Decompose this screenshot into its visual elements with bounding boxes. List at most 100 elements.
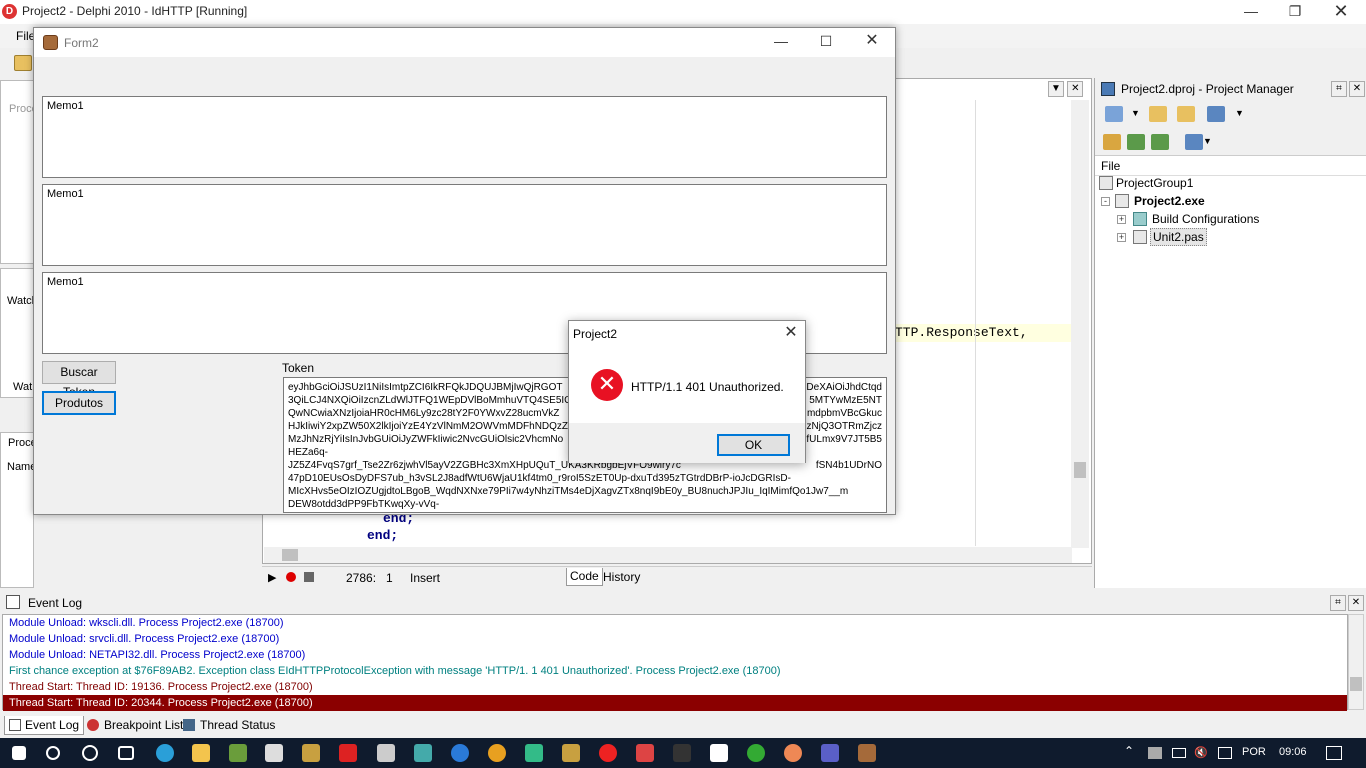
- edge-icon[interactable]: [156, 744, 174, 762]
- windows-start-icon[interactable]: [12, 746, 26, 760]
- play-icon[interactable]: ▶: [268, 571, 276, 584]
- close-log-icon[interactable]: ✕: [1348, 595, 1364, 611]
- add-folder-icon[interactable]: [1149, 106, 1167, 122]
- collapse-toggle-icon[interactable]: -: [1101, 197, 1110, 206]
- file-explorer-icon[interactable]: [192, 744, 210, 762]
- task-view-icon[interactable]: [118, 746, 134, 760]
- network-icon[interactable]: [1218, 747, 1232, 759]
- list-icon[interactable]: [1185, 134, 1203, 150]
- app-icon-10[interactable]: [710, 744, 728, 762]
- app-icon-5[interactable]: [414, 744, 432, 762]
- editor-vertical-scrollbar[interactable]: [1071, 100, 1089, 548]
- ok-button[interactable]: OK: [717, 434, 790, 456]
- chevron-down-icon[interactable]: ▼: [1131, 108, 1141, 124]
- battery-icon[interactable]: [1172, 748, 1186, 758]
- pin-icon[interactable]: ⌗: [1330, 595, 1346, 611]
- chrome-icon[interactable]: [488, 744, 506, 762]
- expand-toggle-icon[interactable]: +: [1117, 215, 1126, 224]
- tree-item-build-configurations[interactable]: Build Configurations: [1152, 212, 1259, 226]
- expand-icon[interactable]: [1127, 134, 1145, 150]
- app-icon-4[interactable]: [377, 744, 395, 762]
- memo-1[interactable]: Memo1: [42, 96, 887, 178]
- editor-hscroll-thumb[interactable]: [282, 549, 298, 561]
- app-icon-8[interactable]: [562, 744, 580, 762]
- clock[interactable]: 09:06: [1279, 746, 1307, 758]
- tab-thread-status[interactable]: Thread Status: [180, 716, 279, 735]
- expand-toggle-icon[interactable]: +: [1117, 233, 1126, 242]
- close-icon[interactable]: ✕: [849, 30, 895, 54]
- cortana-icon[interactable]: [82, 745, 98, 761]
- tray-chevron-up-icon[interactable]: ⌃: [1124, 744, 1134, 758]
- token-line-tail: 5MTYwMzE5NT: [809, 395, 882, 406]
- tree-item-unit2[interactable]: Unit2.pas: [1150, 228, 1207, 246]
- editor-horizontal-scrollbar[interactable]: [264, 547, 1072, 563]
- restore-icon[interactable]: ❐: [1272, 0, 1318, 24]
- list-item[interactable]: First chance exception at $76F89AB2. Exc…: [9, 663, 1347, 679]
- app-icon-12[interactable]: [784, 744, 802, 762]
- new-icon[interactable]: [1105, 106, 1123, 122]
- chevron-down-icon[interactable]: ▼: [1235, 108, 1245, 124]
- project2-taskbar-icon[interactable]: [858, 744, 876, 762]
- app-icon-9[interactable]: [673, 744, 691, 762]
- app-icon-11[interactable]: [747, 744, 765, 762]
- list-item[interactable]: Module Unload: wkscli.dll. Process Proje…: [9, 615, 1347, 631]
- watch-tab[interactable]: Wat: [13, 381, 32, 393]
- tree-item-project-exe[interactable]: Project2.exe: [1134, 194, 1205, 208]
- people-icon[interactable]: [1148, 747, 1162, 759]
- list-item[interactable]: Thread Start: Thread ID: 19136. Process …: [9, 679, 1347, 695]
- event-log-list[interactable]: Module Unload: wkscli.dll. Process Proje…: [2, 614, 1348, 711]
- app-icon-7[interactable]: [525, 744, 543, 762]
- opera-icon[interactable]: [599, 744, 617, 762]
- event-log-scroll-thumb[interactable]: [1350, 677, 1362, 691]
- search-icon[interactable]: [46, 746, 60, 760]
- tab-code[interactable]: Code: [566, 568, 603, 586]
- tree-item-project-group[interactable]: ProjectGroup1: [1116, 176, 1193, 190]
- sync-icon[interactable]: [1103, 134, 1121, 150]
- token-line-tail: mdpbmVBcGkuc: [806, 408, 882, 419]
- minimize-icon[interactable]: —: [758, 30, 804, 54]
- dropdown-icon[interactable]: ▼: [1048, 81, 1064, 97]
- language-indicator[interactable]: POR: [1242, 746, 1266, 758]
- store-icon[interactable]: [265, 744, 283, 762]
- notifications-icon[interactable]: [1326, 746, 1342, 760]
- left-panel-bottom: Proce Name: [0, 432, 37, 588]
- stop-icon[interactable]: [304, 572, 314, 582]
- list-item[interactable]: Module Unload: NETAPI32.dll. Process Pro…: [9, 647, 1347, 663]
- tab-breakpoint-list[interactable]: Breakpoint List: [84, 716, 187, 735]
- event-log-scrollbar[interactable]: [1348, 614, 1364, 710]
- tab-event-log[interactable]: Event Log: [4, 716, 85, 735]
- windows-taskbar: ⌃ 🔇 POR 09:06: [0, 738, 1366, 768]
- list-item-selected[interactable]: Thread Start: Thread ID: 20344. Process …: [3, 695, 1347, 711]
- form2-title-bar: Form2 — ☐ ✕: [34, 28, 895, 57]
- app-icon-1[interactable]: [229, 744, 247, 762]
- close-icon[interactable]: ✕: [1318, 0, 1364, 24]
- view-icon[interactable]: [1207, 106, 1225, 122]
- token-line-text: DEW8otdd3dPP9FbTKwqXy-vVq-: [288, 499, 440, 510]
- open-folder-icon[interactable]: [1177, 106, 1195, 122]
- teams-icon[interactable]: [821, 744, 839, 762]
- exe-icon: [1115, 194, 1129, 208]
- volume-muted-icon[interactable]: 🔇: [1194, 746, 1208, 759]
- chevron-down-icon[interactable]: ▼: [1203, 136, 1213, 152]
- collapse-icon[interactable]: [1151, 134, 1169, 150]
- record-icon[interactable]: [286, 572, 296, 582]
- minimize-icon[interactable]: —: [1228, 0, 1274, 24]
- close-editor-icon[interactable]: ✕: [1067, 81, 1084, 97]
- delphi-taskbar-icon[interactable]: [636, 744, 654, 762]
- tab-history[interactable]: History: [600, 569, 643, 585]
- pin-icon[interactable]: ⌗: [1331, 81, 1347, 97]
- memo-2[interactable]: Memo1: [42, 184, 887, 266]
- list-item[interactable]: Module Unload: srvcli.dll. Process Proje…: [9, 631, 1347, 647]
- pm-toolbar-1: ▼ ▼: [1095, 100, 1366, 128]
- close-pm-icon[interactable]: ✕: [1349, 81, 1365, 97]
- editor-scroll-thumb[interactable]: [1074, 462, 1086, 478]
- open-icon[interactable]: [14, 55, 32, 71]
- maximize-icon[interactable]: ☐: [803, 30, 849, 54]
- app-icon-2[interactable]: [302, 744, 320, 762]
- close-icon[interactable]: ✕: [781, 324, 801, 344]
- error-dialog: Project2 ✕ ✕ HTTP/1.1 401 Unauthorized. …: [568, 320, 806, 463]
- buscar-token-button[interactable]: Buscar Token: [42, 361, 116, 399]
- produtos-button[interactable]: Produtos: [42, 391, 116, 415]
- app-icon-3[interactable]: [339, 744, 357, 762]
- app-icon-6[interactable]: [451, 744, 469, 762]
